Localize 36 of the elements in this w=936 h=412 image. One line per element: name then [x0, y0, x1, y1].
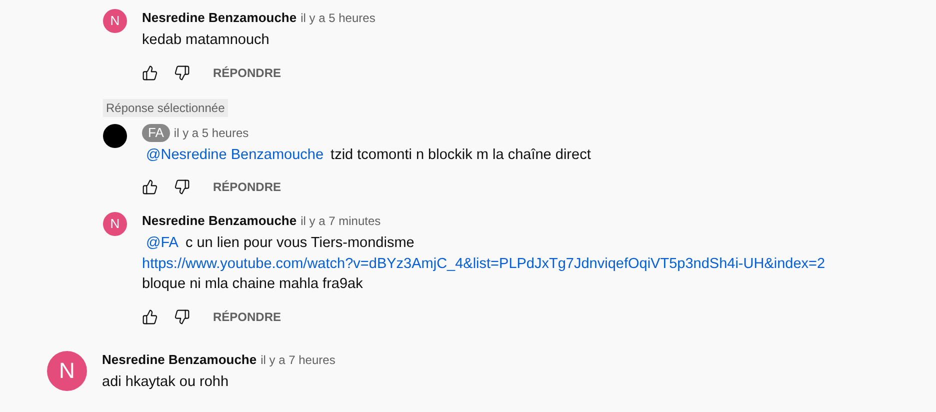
mention-link[interactable]: @FA — [146, 233, 178, 254]
thumbs-up-icon — [142, 308, 158, 324]
avatar[interactable]: N — [103, 212, 127, 236]
reply-button[interactable]: RÉPONDRE — [213, 64, 282, 82]
avatar[interactable]: N — [103, 9, 127, 33]
like-button[interactable] — [142, 64, 158, 80]
like-button[interactable] — [142, 179, 158, 195]
dislike-button[interactable] — [174, 308, 190, 324]
dislike-button[interactable] — [174, 179, 190, 195]
author-name[interactable]: Nesredine Benzamouche — [102, 350, 257, 370]
thumbs-down-icon — [174, 308, 190, 324]
like-button[interactable] — [142, 308, 158, 324]
dislike-button[interactable] — [174, 64, 190, 80]
selected-reply-label: Réponse sélectionnée — [103, 98, 228, 116]
author-name[interactable]: Nesredine Benzamouche — [142, 8, 297, 28]
comment-text: kedab matamnouch — [142, 31, 270, 50]
comment-time[interactable]: il y a 5 heures — [300, 9, 376, 27]
mention-link[interactable]: @Nesredine Benzamouche — [146, 144, 324, 165]
video-link[interactable]: https://www.youtube.com/watch?v=dBYz3AmjC_4&list=PLPdJxTg7JdnviqefOqiVT5p3ndSh4i-UH&index=2 — [142, 254, 826, 274]
comment-text: bloque ni mla chaine mahla fra9ak — [142, 275, 363, 294]
thumbs-down-icon — [174, 179, 190, 195]
thumbs-up-icon — [142, 179, 158, 195]
reply-button[interactable]: RÉPONDRE — [213, 178, 282, 196]
author-badge[interactable]: FA — [142, 124, 170, 142]
avatar[interactable]: N — [47, 350, 87, 390]
avatar[interactable] — [103, 124, 127, 148]
thumbs-up-icon — [142, 64, 158, 80]
comment-text: adi hkaytak ou rohh — [102, 372, 229, 392]
comment-text: c un lien pour vous Tiers-mondisme — [185, 234, 414, 253]
comment-time[interactable]: il y a 7 heures — [260, 350, 336, 368]
comment-time[interactable]: il y a 5 heures — [174, 124, 249, 142]
comment-time[interactable]: il y a 7 minutes — [300, 212, 381, 230]
author-name[interactable]: Nesredine Benzamouche — [142, 211, 297, 231]
reply-button[interactable]: RÉPONDRE — [213, 308, 282, 326]
thumbs-down-icon — [174, 64, 190, 80]
comment-text: tzid tcomonti n blockik m la chaîne direct — [330, 146, 591, 164]
